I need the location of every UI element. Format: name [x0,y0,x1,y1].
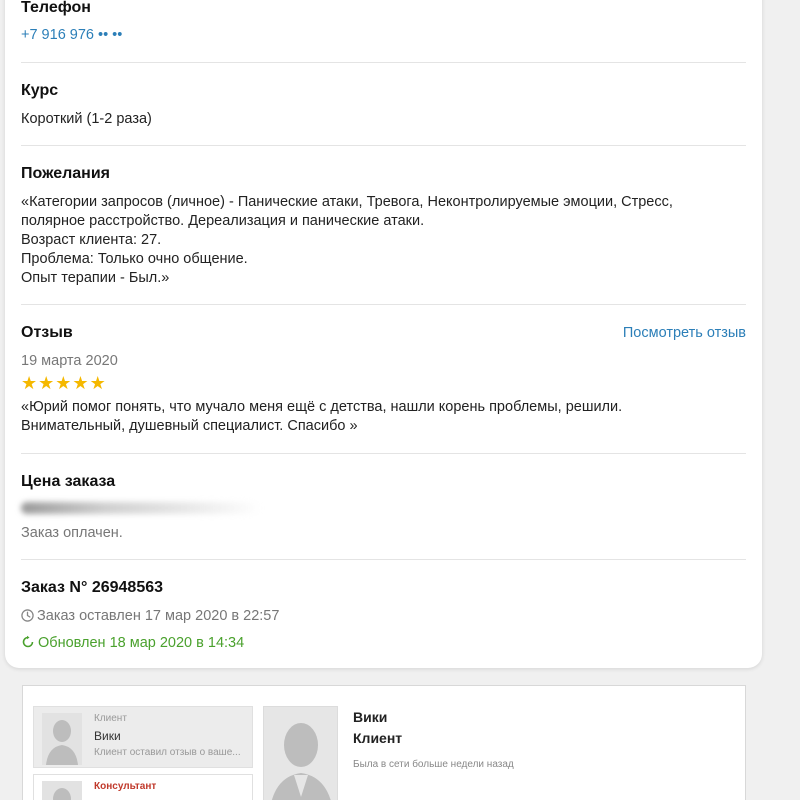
wishes-line: Опыт терапии - Был.» [21,270,170,286]
wishes-line: Возраст клиента: 27. [21,232,162,248]
phone-label: Телефон [21,0,91,16]
order-section: Заказ N° 26948563 Заказ оставлен 17 мар … [21,578,746,653]
order-updated-text: Обновлен 18 мар 2020 в 14:34 [38,635,245,651]
wishes-line: «Категории запросов (личное) - Панически… [21,194,673,210]
wishes-label: Пожелания [21,165,110,182]
profile-name: Вики [353,709,388,725]
star-icon: ★ [89,373,106,393]
course-section: Курс Короткий (1-2 раза) [21,81,746,129]
divider [21,145,746,146]
price-value-blurred [21,502,261,514]
review-section: Отзыв Посмотреть отзыв 19 марта 2020 ★ ★… [21,323,746,436]
order-updated: Обновлен 18 мар 2020 в 14:34 [21,634,746,653]
profile-status: Была в сети больше недели назад [353,759,514,770]
star-icon: ★ [72,373,89,393]
review-date: 19 марта 2020 [21,353,118,369]
wishes-section: Пожелания «Категории запросов (личное) -… [21,164,746,288]
chat-panel: Клиент Вики Клиент оставил отзыв о ваше.… [22,685,746,800]
wishes-line: Проблема: Только очно общение. [21,251,248,267]
rating-stars: ★ ★ ★ ★ ★ [21,374,746,392]
refresh-icon [22,635,34,648]
order-created: Заказ оставлен 17 мар 2020 в 22:57 [21,607,746,626]
chat-item-name: Вики [94,729,121,743]
order-title: Заказ N° 26948563 [21,579,164,596]
user-silhouette-icon [271,723,331,800]
wishes-line: полярное расстройство. Дереализация и па… [21,213,425,229]
chat-item-message: Клиент оставил отзыв о ваше... [94,747,241,758]
user-silhouette-icon [46,720,78,765]
phone-value[interactable]: +7 916 976 •• •• [21,26,746,45]
view-review-link[interactable]: Посмотреть отзыв [623,324,746,343]
course-value: Короткий (1-2 раза) [21,111,152,127]
course-label: Курс [21,82,59,99]
user-silhouette-icon [53,788,71,800]
clock-icon [21,609,34,622]
phone-section: Телефон +7 916 976 •• •• [21,0,746,45]
divider [21,62,746,63]
review-line: Внимательный, душевный специалист. Спаси… [21,418,358,434]
review-text: «Юрий помог понять, что мучало меня ещё … [21,398,746,436]
chat-item-role: Клиент [94,713,127,724]
star-icon: ★ [21,373,38,393]
profile-avatar [263,706,338,800]
star-icon: ★ [55,373,72,393]
avatar [42,713,82,765]
price-label: Цена заказа [21,473,116,490]
star-icon: ★ [38,373,55,393]
chat-item-role: Консультант [94,781,157,792]
chat-item-consultant[interactable]: Консультант [33,774,253,800]
divider [21,304,746,305]
price-section: Цена заказа Заказ оплачен. [21,472,746,543]
order-created-text: Заказ оставлен 17 мар 2020 в 22:57 [37,608,280,624]
divider [21,453,746,454]
wishes-text: «Категории запросов (личное) - Панически… [21,193,746,288]
profile-role: Клиент [353,730,403,746]
divider [21,559,746,560]
chat-item-client[interactable]: Клиент Вики Клиент оставил отзыв о ваше.… [33,706,253,768]
payment-status: Заказ оплачен. [21,525,123,541]
review-line: «Юрий помог понять, что мучало меня ещё … [21,399,623,415]
avatar [42,781,82,800]
